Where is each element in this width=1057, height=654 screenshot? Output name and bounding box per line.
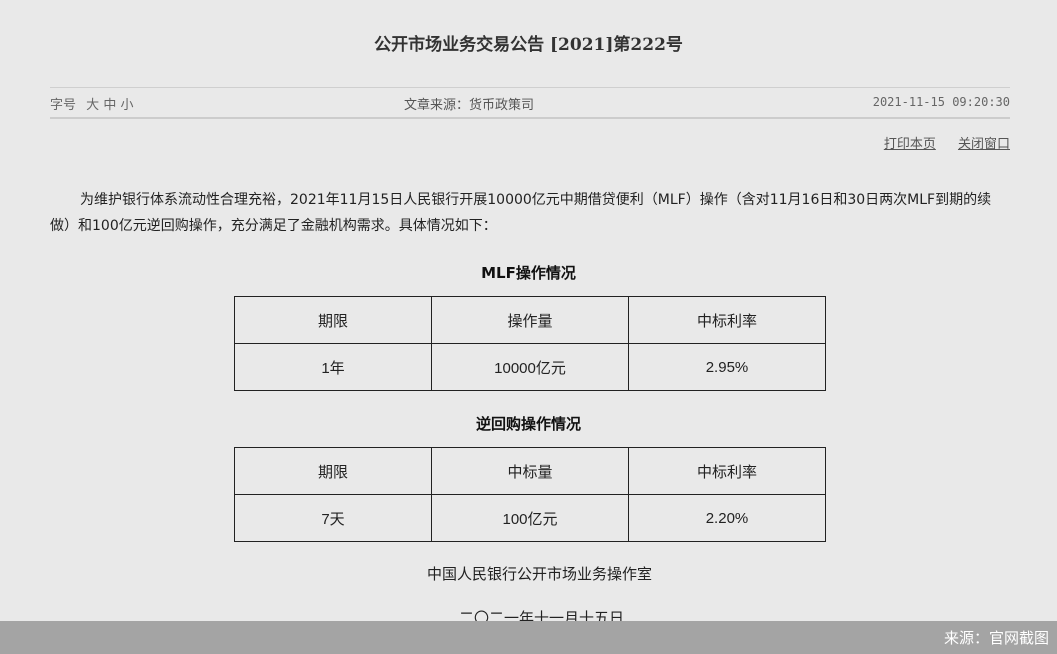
signature-org: 中国人民银行公开市场业务操作室 [427,565,653,583]
table-cell: 100亿元 [431,494,629,542]
table-header-cell: 中标利率 [628,447,826,495]
table-header-cell: 期限 [234,447,432,495]
print-page-link[interactable]: 打印本页 [884,137,936,152]
mlf-section-title: MLF操作情况 [481,264,576,282]
table-cell: 7天 [234,494,432,542]
font-size-label: 字号 [50,98,77,113]
table-header-row: 期限 中标量 中标利率 [234,447,826,495]
font-size-controls: 字号 大 中 小 [50,94,133,113]
font-size-medium-button[interactable]: 中 [103,98,116,113]
font-size-small-button[interactable]: 小 [120,98,133,113]
page-title: 公开市场业务交易公告 [2021]第222号 [374,35,683,55]
publish-datetime: 2021-11-15 09:20:30 [872,95,1010,109]
source-note: 来源：官网截图 [943,629,1049,647]
table-cell: 1年 [234,343,432,391]
table-cell: 2.20% [628,494,826,542]
repo-table: 期限 中标量 中标利率 7天 100亿元 2.20% [234,447,826,542]
close-window-link[interactable]: 关闭窗口 [958,137,1010,152]
mlf-table: 期限 操作量 中标利率 1年 10000亿元 2.95% [234,296,826,391]
table-row: 1年 10000亿元 2.95% [234,343,826,391]
source-overlay-bar: 来源：官网截图 [0,621,1057,654]
table-header-cell: 中标量 [431,447,629,495]
repo-section-title: 逆回购操作情况 [475,415,581,433]
article-meta-bar: 字号 大 中 小 文章来源：货币政策司 2021-11-15 09:20:30 [50,87,1010,119]
article-paragraph: 为维护银行体系流动性合理充裕，2021年11月15日人民银行开展10000亿元中… [50,192,992,234]
font-size-large-button[interactable]: 大 [86,98,99,113]
table-header-cell: 中标利率 [628,296,826,344]
table-cell: 10000亿元 [431,343,629,391]
table-header-cell: 操作量 [431,296,629,344]
table-header-cell: 期限 [234,296,432,344]
table-cell: 2.95% [628,343,826,391]
table-header-row: 期限 操作量 中标利率 [234,296,826,344]
article-source: 文章来源：货币政策司 [404,98,535,113]
page-actions: 打印本页 关闭窗口 [866,133,1010,152]
table-row: 7天 100亿元 2.20% [234,494,826,542]
